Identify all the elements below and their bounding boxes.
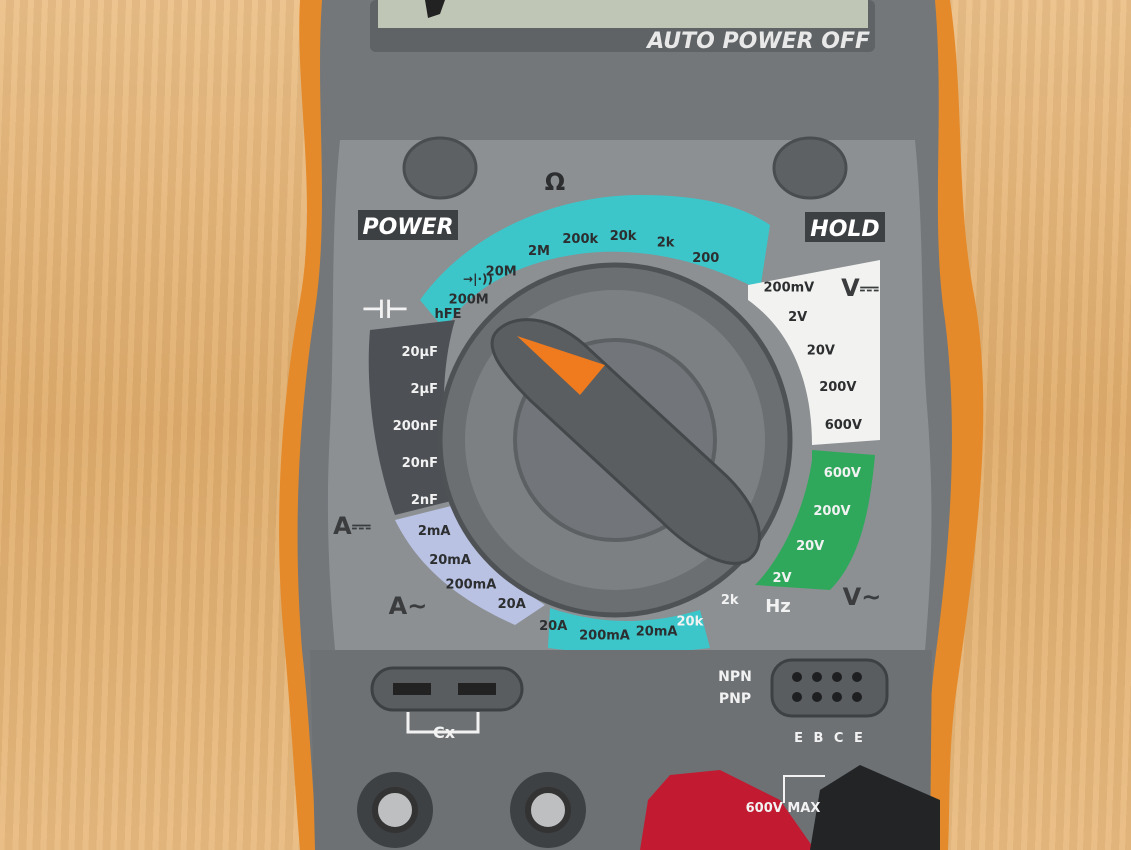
transistor-socket[interactable]	[770, 658, 889, 718]
capacitor-slot-right	[458, 683, 496, 695]
pin-hole	[832, 692, 842, 702]
power-label: POWER	[362, 215, 453, 240]
ohm-range-3: 200k	[562, 232, 598, 247]
cap-range-3: 20nF	[402, 456, 438, 471]
multimeter: AUTO POWER OFF POWER HOLD Ω 200M20M2M200…	[279, 0, 984, 850]
ac-volts-symbol: V~	[843, 583, 882, 611]
ac-amps-symbol: A~	[389, 592, 428, 620]
hold-button[interactable]	[772, 136, 848, 200]
dc-amps-symbol: A⎓	[333, 512, 371, 540]
ohm-symbol: Ω	[545, 168, 565, 196]
dcv-range-3: 200V	[819, 380, 856, 395]
ebce-label: E B C E	[794, 731, 866, 746]
dca-range-3: 20A	[498, 597, 526, 612]
hold-label: HOLD	[810, 217, 879, 242]
acv-range-1: 200V	[813, 504, 850, 519]
ohm-range-6: 200	[692, 251, 719, 266]
cap-range-2: 200nF	[393, 419, 438, 434]
dca-range-2: 200mA	[446, 577, 497, 592]
acv-range-2: 20V	[796, 539, 824, 554]
cap-range-1: 2μF	[411, 382, 439, 397]
ohm-range-4: 20k	[610, 229, 637, 244]
power-button[interactable]	[402, 136, 478, 200]
dc-volts-symbol: V⎓	[841, 274, 879, 302]
cap-range-0: 20μF	[401, 345, 438, 360]
dca-range-0: 2mA	[418, 524, 451, 539]
diode-symbol: →|·))	[463, 272, 493, 286]
max-voltage-label: 600V MAX	[746, 801, 821, 816]
aca-range-2: 20mA	[636, 625, 678, 640]
hz-range-0: 2k	[721, 593, 739, 608]
dca-range-1: 20mA	[429, 553, 471, 568]
npn-label: NPN	[718, 669, 752, 685]
hfe-label: hFE	[434, 307, 461, 322]
pin-hole	[852, 672, 862, 682]
acv-range-0: 600V	[824, 466, 861, 481]
aca-range-1: 200mA	[579, 629, 630, 644]
jack-left-ring	[372, 787, 418, 833]
capacitance-symbol: ⊣⊢	[361, 295, 409, 325]
hz-label: Hz	[765, 596, 791, 617]
aca-range-0: 20A	[539, 619, 567, 634]
auto-power-off-label: AUTO POWER OFF	[645, 29, 870, 54]
ohm-range-5: 2k	[657, 236, 675, 251]
pin-hole	[812, 672, 822, 682]
pnp-label: PNP	[719, 691, 751, 707]
dcv-range-1: 2V	[788, 310, 807, 325]
jack-middle-ring	[525, 787, 571, 833]
lcd-screen	[378, 0, 868, 28]
cx-label: Cx	[433, 723, 456, 742]
ohm-range-0: 200M	[449, 293, 489, 308]
hz-range-1: 20k	[677, 614, 704, 629]
pin-hole	[852, 692, 862, 702]
ohm-range-2: 2M	[528, 244, 550, 259]
capacitor-slot-left	[393, 683, 431, 695]
dcv-range-2: 20V	[807, 344, 835, 359]
pin-hole	[792, 672, 802, 682]
pin-hole	[812, 692, 822, 702]
pin-hole	[792, 692, 802, 702]
pin-hole	[832, 672, 842, 682]
cap-range-4: 2nF	[411, 493, 438, 508]
dcv-range-0: 200mV	[764, 281, 815, 296]
dcv-range-4: 600V	[825, 418, 862, 433]
acv-range-3: 2V	[773, 571, 792, 586]
